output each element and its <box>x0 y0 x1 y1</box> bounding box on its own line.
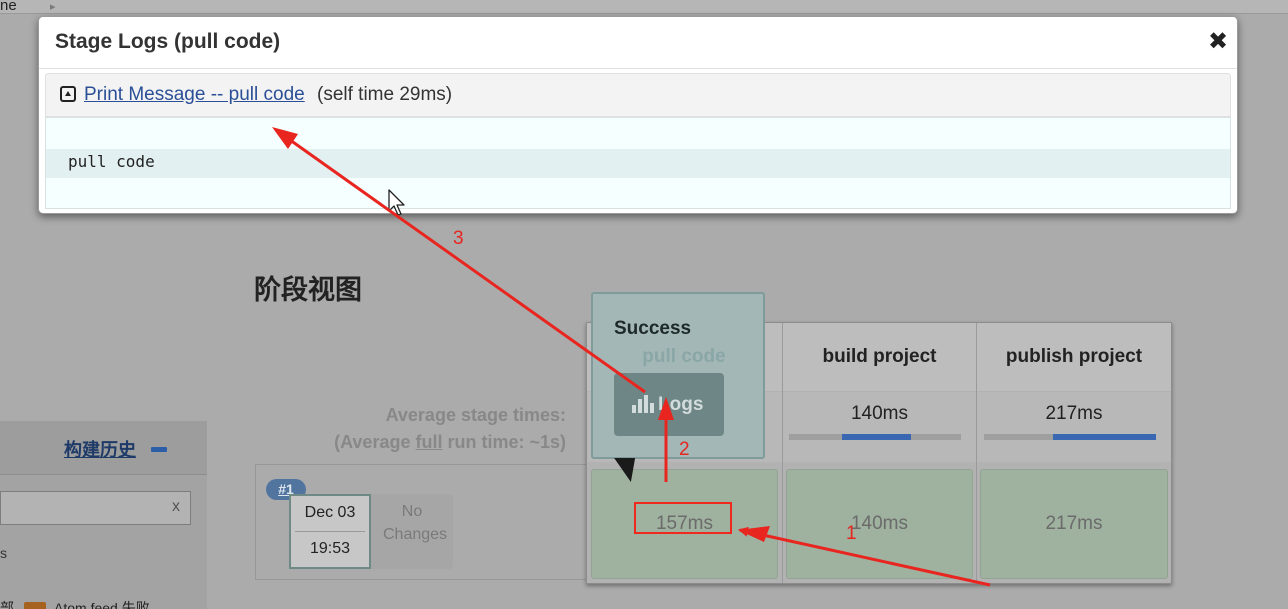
close-icon[interactable]: ✖ <box>1208 28 1228 56</box>
log-step-link[interactable]: Print Message -- pull code <box>84 84 305 106</box>
breadcrumb-item[interactable]: ne <box>0 0 17 14</box>
stage-header-publish-project[interactable]: publish project <box>977 323 1171 391</box>
column-divider <box>976 323 977 583</box>
column-divider <box>782 323 783 583</box>
build-filter-input[interactable] <box>0 491 191 525</box>
console-line: pull code <box>68 152 155 171</box>
progress-fill-build-project <box>842 434 911 440</box>
avg-label-line1: Average stage times: <box>385 405 566 425</box>
popover-stage-name: pull code <box>642 346 726 367</box>
stage-avg-build-project: 140ms <box>783 392 976 462</box>
clear-filter-icon[interactable]: x <box>172 498 180 516</box>
stage-cell-publish-project[interactable]: 217ms <box>980 469 1168 579</box>
build-changes: No Changes <box>371 494 453 569</box>
progress-fill-publish-project <box>1053 434 1156 440</box>
rss-icon[interactable] <box>24 602 46 609</box>
stage-cell-build-project[interactable]: 140ms <box>786 469 973 579</box>
build-history-title[interactable]: 构建历史 <box>64 436 136 462</box>
sidebar-feed-text-left: 部 <box>0 600 14 609</box>
breadcrumb-bar: ne ▸ <box>0 0 1288 14</box>
stage-avg-publish-project: 217ms <box>977 392 1171 462</box>
logs-button[interactable]: Logs <box>614 373 724 436</box>
popover-status: Success <box>614 318 692 339</box>
avg-label-line2-underlined: full <box>415 432 443 452</box>
mouse-pointer-icon <box>388 189 405 216</box>
annotation-label-3: 3 <box>453 228 464 249</box>
stage-header-build-project[interactable]: build project <box>783 323 976 391</box>
annotation-label-2: 2 <box>679 439 690 460</box>
collapse-toggle-icon[interactable] <box>60 86 76 102</box>
sidebar-feed-row: 部 Atom feed 失败 <box>0 598 207 609</box>
modal-title: Stage Logs (pull code) <box>55 30 281 53</box>
popover-pointer <box>609 458 636 482</box>
sidebar-feed-link[interactable]: Atom feed 失败 <box>54 598 150 609</box>
breadcrumb-chevron-icon: ▸ <box>50 1 56 13</box>
avg-label-line2-suffix: run time: ~1s) <box>442 432 566 452</box>
annotation-label-1: 1 <box>846 523 857 544</box>
log-step-selftime: (self time 29ms) <box>317 84 453 105</box>
logs-button-label: Logs <box>658 394 704 415</box>
build-time: 19:53 <box>309 540 351 557</box>
avg-label-line2-prefix: (Average <box>334 432 416 452</box>
build-date: Dec 03 <box>304 504 356 521</box>
stage-view-title: 阶段视图 <box>254 275 362 306</box>
sidebar-partial-text: s <box>0 545 7 561</box>
stage-avg-value: 140ms <box>850 403 909 424</box>
bar-chart-icon <box>632 395 654 413</box>
annotation-highlight-box <box>634 502 732 534</box>
stage-avg-value: 217ms <box>1045 403 1103 424</box>
collapse-icon[interactable] <box>151 447 167 452</box>
avg-label-line2: (Average full run time: ~1s) <box>300 429 566 456</box>
modal-divider <box>39 68 1237 69</box>
console-line-highlight <box>46 149 1230 178</box>
average-stage-times-label: Average stage times: (Average full run t… <box>300 402 566 456</box>
build-date-box[interactable]: Dec 03 19:53 <box>289 494 371 569</box>
date-divider <box>295 531 365 532</box>
